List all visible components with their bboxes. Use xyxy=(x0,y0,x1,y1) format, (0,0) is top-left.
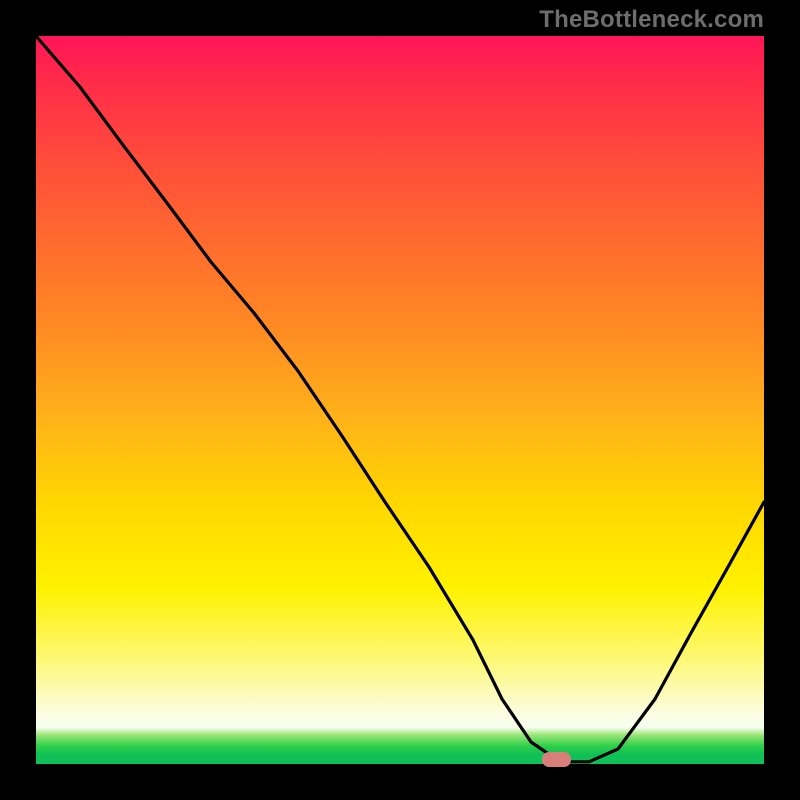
watermark-text: TheBottleneck.com xyxy=(539,6,764,34)
plot-area xyxy=(36,36,764,764)
minimum-marker xyxy=(542,752,571,767)
bottleneck-curve xyxy=(36,36,764,762)
chart-container: TheBottleneck.com xyxy=(0,0,800,800)
curve-svg xyxy=(36,36,764,764)
